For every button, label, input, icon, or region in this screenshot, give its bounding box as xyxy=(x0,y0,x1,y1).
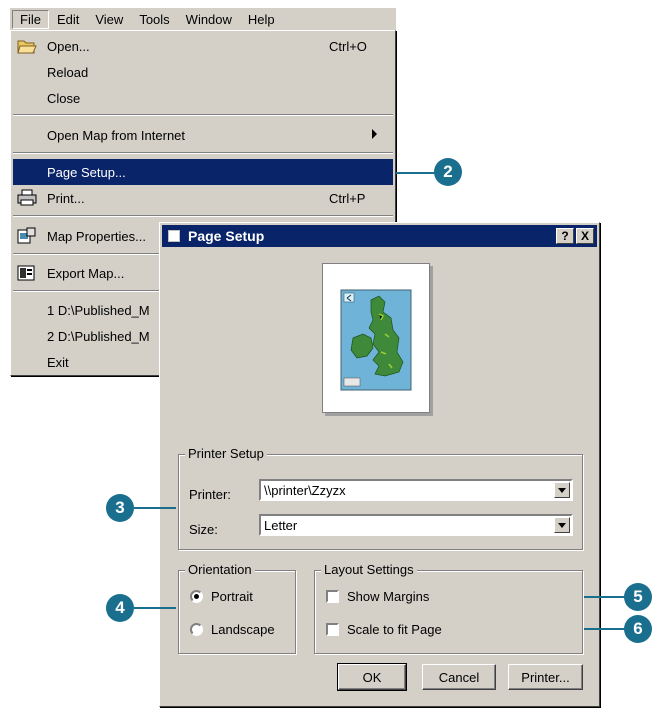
menu-item-recent-2-label: 2 D:\Published_M xyxy=(47,328,150,344)
export-map-icon xyxy=(17,264,37,282)
printer-select-value: \\printer\Zzyzx xyxy=(264,482,346,498)
ok-button[interactable]: OK xyxy=(337,663,407,691)
printer-icon xyxy=(17,189,37,207)
callout-5-badge: 5 xyxy=(624,583,652,611)
callout-2-badge: 2 xyxy=(434,158,462,186)
menu-item-open-label: Open... xyxy=(47,38,90,54)
menu-window[interactable]: Window xyxy=(178,10,240,29)
menu-edit[interactable]: Edit xyxy=(49,10,87,29)
menu-item-open-shortcut: Ctrl+O xyxy=(329,38,367,54)
printer-setup-group: Printer Setup Printer: \\printer\Zzyzx S… xyxy=(178,446,583,550)
menu-item-exit-label: Exit xyxy=(47,354,69,370)
orientation-group: Orientation Portrait Landscape xyxy=(178,562,296,654)
landscape-radio[interactable] xyxy=(190,623,203,636)
dropdown-arrow-icon[interactable] xyxy=(554,517,570,533)
size-select[interactable]: Letter xyxy=(259,514,573,536)
menu-item-reload-label: Reload xyxy=(47,64,89,80)
landscape-label[interactable]: Landscape xyxy=(211,622,275,637)
menu-help[interactable]: Help xyxy=(240,10,283,29)
menu-item-recent-1-label: 1 D:\Published_M xyxy=(47,302,150,318)
menu-separator xyxy=(13,152,393,154)
menu-item-print-label: Print... xyxy=(47,190,85,206)
size-label: Size: xyxy=(189,522,218,537)
menu-item-close[interactable]: Close xyxy=(13,85,393,111)
dropdown-arrow-icon[interactable] xyxy=(554,482,570,498)
portrait-radio[interactable] xyxy=(190,590,203,603)
menu-item-map-properties-label: Map Properties... xyxy=(47,228,146,244)
callout-3-badge: 3 xyxy=(106,494,134,522)
portrait-label[interactable]: Portrait xyxy=(211,589,253,604)
callout-4-badge: 4 xyxy=(106,594,134,622)
dialog-title: Page Setup xyxy=(188,228,265,244)
printer-setup-legend: Printer Setup xyxy=(185,446,267,461)
help-button[interactable]: ? xyxy=(556,228,574,244)
menu-item-export-map-label: Export Map... xyxy=(47,265,125,281)
menu-item-close-label: Close xyxy=(47,90,81,106)
menu-item-page-setup[interactable]: Page Setup... xyxy=(13,159,393,185)
layout-settings-legend: Layout Settings xyxy=(321,562,417,577)
menu-view[interactable]: View xyxy=(87,10,131,29)
dialog-titlebar[interactable]: Page Setup ? X xyxy=(162,225,597,247)
show-margins-label[interactable]: Show Margins xyxy=(347,589,429,604)
show-margins-checkbox[interactable] xyxy=(326,590,339,603)
close-button[interactable]: X xyxy=(576,228,594,244)
map-properties-icon xyxy=(17,227,37,245)
menu-item-open-map-internet[interactable]: Open Map from Internet xyxy=(13,122,393,148)
open-folder-icon xyxy=(17,37,37,55)
menu-item-print-shortcut: Ctrl+P xyxy=(329,190,366,206)
printer-button[interactable]: Printer... xyxy=(508,664,583,690)
callout-4-line xyxy=(134,607,176,609)
menu-item-open-map-internet-label: Open Map from Internet xyxy=(47,127,186,143)
menu-bar: File Edit View Tools Window Help xyxy=(10,8,396,30)
callout-5-line xyxy=(584,596,628,598)
layout-settings-group: Layout Settings Show Margins Scale to fi… xyxy=(314,562,583,654)
menu-item-reload[interactable]: Reload xyxy=(13,59,393,85)
page-preview xyxy=(322,263,430,413)
menu-tools[interactable]: Tools xyxy=(131,10,177,29)
dialog-window-icon xyxy=(168,230,180,242)
menu-separator xyxy=(13,215,393,217)
menu-file[interactable]: File xyxy=(12,9,49,29)
orientation-legend: Orientation xyxy=(185,562,255,577)
printer-select[interactable]: \\printer\Zzyzx xyxy=(259,479,573,501)
scale-to-fit-label[interactable]: Scale to fit Page xyxy=(347,622,442,637)
submenu-arrow-icon xyxy=(372,129,377,139)
map-thumbnail-image xyxy=(340,289,412,391)
menu-item-print[interactable]: Print... Ctrl+P xyxy=(13,185,393,211)
printer-label: Printer: xyxy=(189,487,231,502)
size-select-value: Letter xyxy=(264,517,298,533)
callout-3-line xyxy=(134,507,176,509)
callout-6-line xyxy=(584,628,628,630)
page-setup-dialog: Page Setup ? X Printer Setup Printer: \\… xyxy=(159,222,600,707)
callout-2-line xyxy=(396,172,436,174)
menu-separator xyxy=(13,114,393,116)
cancel-button[interactable]: Cancel xyxy=(422,664,496,690)
menu-item-open[interactable]: Open... Ctrl+O xyxy=(13,33,393,59)
callout-6-badge: 6 xyxy=(624,615,652,643)
scale-to-fit-checkbox[interactable] xyxy=(326,623,339,636)
menu-item-page-setup-label: Page Setup... xyxy=(47,164,126,180)
